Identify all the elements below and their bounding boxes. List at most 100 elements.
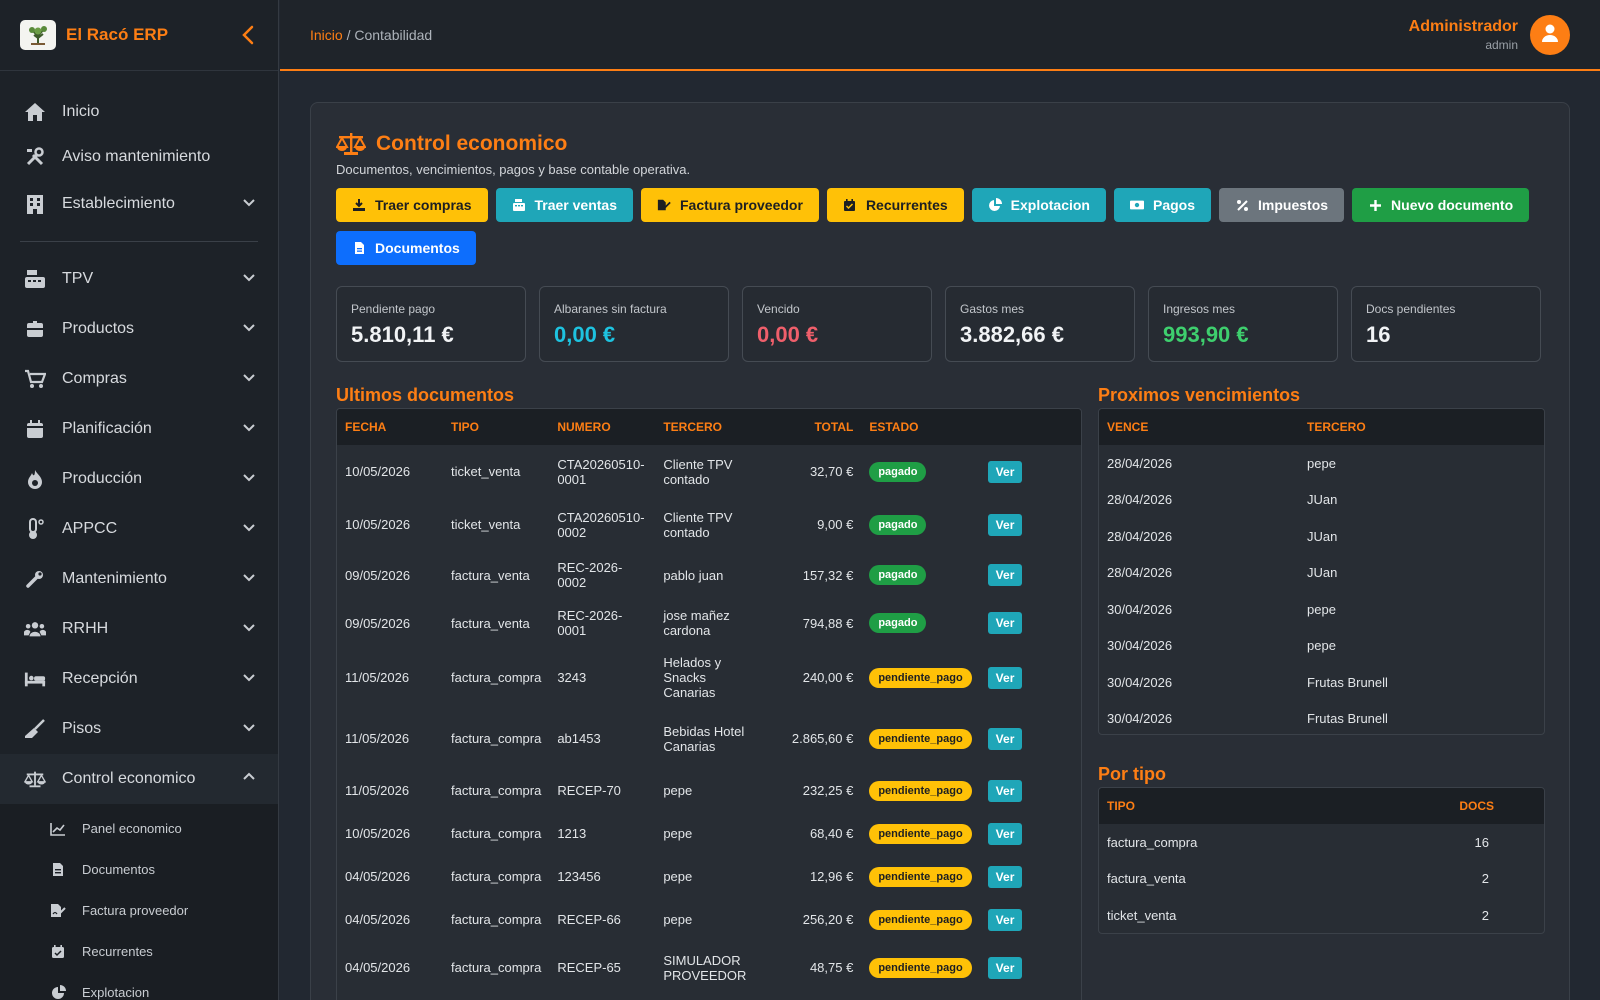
cell-tipo: factura_venta (451, 567, 530, 583)
vencimientos-table-header: VENCE TERCERO (1099, 409, 1544, 445)
ver-button[interactable]: Ver (987, 956, 1023, 979)
ver-button[interactable]: Ver (987, 822, 1023, 845)
cell-total: 232,25 € (802, 783, 854, 798)
sidebar-subitem-documentos[interactable]: Documentos (0, 849, 278, 890)
traer-ventas-label: Traer ventas (534, 197, 618, 213)
sidebar-item-label: Producción (62, 470, 143, 487)
sidebar-item-productos[interactable]: Productos (0, 304, 278, 354)
sidebar-item-establecimiento[interactable]: Establecimiento (0, 179, 278, 229)
sidebar-subitem-recurrentes[interactable]: Recurrentes (0, 931, 278, 972)
breadcrumb-home-link[interactable]: Inicio (310, 27, 343, 43)
chevron-down-icon (242, 670, 256, 684)
sidebar-item-mantenimiento[interactable]: Mantenimiento (0, 554, 278, 604)
status-badge: pagado (869, 514, 927, 535)
sidebar-subitem-panel-economico[interactable]: Panel economico (0, 808, 278, 849)
sidebar-item-inicio[interactable]: Inicio (0, 89, 278, 134)
cell-total: 2.865,60 € (791, 731, 854, 746)
sidebar-item-appcc[interactable]: APPCC (0, 504, 278, 554)
table-row: 11/05/2026 factura_compra 3243 Helados y Sn… (337, 647, 1081, 708)
kpi-label: Albaranes sin factura (554, 302, 667, 316)
brand-name: El Racó ERP (66, 25, 169, 44)
ver-button[interactable]: Ver (987, 779, 1023, 802)
breadcrumb: Inicio / Contabilidad (310, 27, 432, 43)
ver-button[interactable]: Ver (987, 612, 1023, 634)
explotacion-button[interactable]: Explotacion (971, 188, 1106, 222)
chevron-down-icon (242, 720, 256, 734)
sidebar-item-rrhh[interactable]: RRHH (0, 604, 278, 654)
sidebar-subitem-label: Panel economico (82, 821, 182, 836)
sidebar-item-label: Inicio (62, 102, 100, 120)
sidebar-item-control-economico[interactable]: Control economico (0, 754, 278, 804)
col-docs: DOCS (1444, 788, 1544, 824)
sidebar-item-aviso-mantenimiento[interactable]: Aviso mantenimiento (0, 134, 278, 179)
ver-button[interactable]: Ver (987, 513, 1023, 536)
sidebar-item-pisos[interactable]: Pisos (0, 704, 278, 754)
cell-estado: pagado (861, 599, 979, 647)
sidebar-item-produccion[interactable]: Producción (0, 454, 278, 504)
kpi-value: 16 (1366, 322, 1391, 347)
ver-button[interactable]: Ver (987, 727, 1023, 750)
calendar-check-icon (843, 198, 857, 212)
cell-total: 240,00 € (802, 670, 854, 685)
recurrentes-button[interactable]: Recurrentes (826, 188, 964, 222)
ver-button[interactable]: Ver (987, 460, 1023, 483)
kpi-value: 3.882,66 € (960, 322, 1064, 347)
docs-table-wrap: FECHA TIPO NUMERO TERCERO TOTAL ESTADO 1… (336, 408, 1082, 1000)
pagos-button[interactable]: Pagos (1114, 188, 1212, 222)
ver-button[interactable]: Ver (987, 666, 1023, 689)
money-bill-icon (1130, 198, 1144, 212)
cell-actions: Ver (980, 898, 1081, 941)
user-menu[interactable]: Administrador admin (1409, 15, 1570, 55)
cell-total: 32,70 € (809, 464, 854, 479)
sidebar-item-tpv[interactable]: TPV (0, 254, 278, 304)
factura-proveedor-button[interactable]: Factura proveedor (641, 188, 819, 222)
cell-tipo: factura_compra (451, 912, 542, 927)
cell-actions: Ver (980, 812, 1081, 855)
sidebar-subitem-explotacion[interactable]: Explotacion (0, 972, 278, 1000)
cell-estado: pagado (861, 445, 979, 498)
por-tipo-table-header: TIPO DOCS (1099, 788, 1544, 824)
table-row: 30/04/2026 Frutas Brunell (1099, 664, 1544, 701)
sidebar-item-recepcion[interactable]: Recepción (0, 654, 278, 704)
avatar[interactable] (1530, 15, 1570, 55)
ver-button[interactable]: Ver (987, 865, 1023, 888)
thermometer-icon (24, 518, 46, 540)
pagos-label: Pagos (1153, 197, 1196, 213)
table-row: factura_venta 2 (1099, 861, 1544, 898)
cell-actions: Ver (980, 708, 1081, 769)
home-icon (24, 101, 46, 123)
kpi-row: Pendiente pago 5.810,11 € Albaranes sin fa… (336, 286, 1541, 362)
col-tercero: TERCERO (655, 409, 768, 445)
ver-button[interactable]: Ver (987, 564, 1023, 586)
cell-tercero: pepe (663, 912, 693, 927)
cell-tipo: factura_venta (1107, 871, 1186, 887)
sidebar-item-compras[interactable]: Compras (0, 354, 278, 404)
box-icon (24, 318, 46, 340)
documentos-button[interactable]: Documentos (336, 231, 476, 265)
table-row: 11/05/2026 factura_compra ab1453 Bebidas Ho… (337, 708, 1081, 769)
cell-fecha: 11/05/2026 (345, 670, 410, 685)
cell-fecha: 04/05/2026 (345, 912, 411, 927)
pie-chart-icon (50, 985, 66, 1000)
ver-button[interactable]: Ver (987, 908, 1023, 931)
kpi-label: Ingresos mes (1163, 302, 1236, 316)
cell-numero: RECEP-70 (557, 783, 621, 798)
sidebar-subitem-factura-proveedor[interactable]: Factura proveedor (0, 890, 278, 931)
cell-fecha: 11/05/2026 (345, 731, 410, 746)
breadcrumb-separator: / (342, 27, 355, 43)
sidebar-collapse-icon[interactable] (238, 22, 258, 48)
traer-ventas-button[interactable]: Traer ventas (495, 188, 633, 222)
percent-icon (1235, 198, 1249, 212)
cash-register-icon (512, 198, 526, 212)
sidebar-item-planificacion[interactable]: Planificación (0, 404, 278, 454)
nuevo-documento-button[interactable]: Nuevo documento (1352, 188, 1530, 222)
cell-tercero: Bebidas Hotel Canarias (663, 723, 745, 754)
cell-tercero: pablo juan (663, 567, 724, 583)
cell-numero: CTA20260510-0002 (557, 509, 645, 540)
cell-docs: 2 (1481, 907, 1489, 923)
cell-tercero: pepe (663, 783, 693, 798)
por-tipo-table-body: factura_compra 16 factura_venta 2 ticket_ven… (1099, 824, 1544, 933)
impuestos-button[interactable]: Impuestos (1219, 188, 1345, 222)
cell-actions: Ver (980, 599, 1081, 647)
traer-compras-button[interactable]: Traer compras (336, 188, 488, 222)
